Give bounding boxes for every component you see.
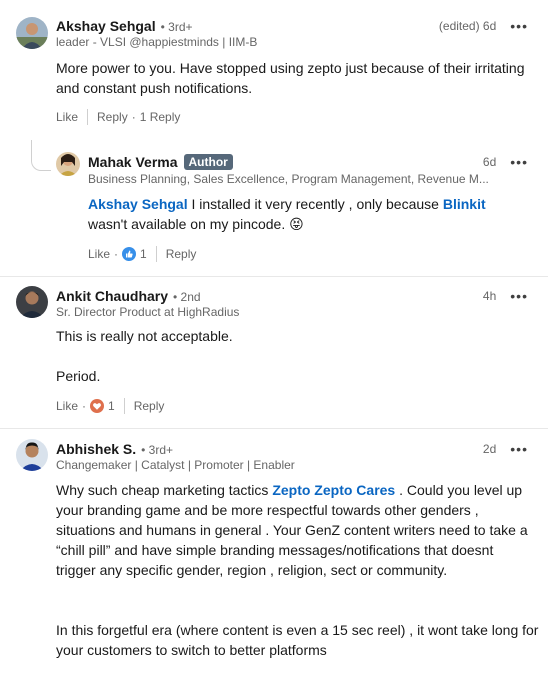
connection-degree: • 3rd+ <box>141 443 174 457</box>
comment-ankit: Ankit Chaudhary • 2nd Sr. Director Produ… <box>0 277 548 427</box>
divider <box>123 398 125 414</box>
commenter-name[interactable]: Mahak Verma <box>88 154 178 170</box>
divider <box>155 246 157 262</box>
avatar[interactable] <box>56 152 80 176</box>
like-button[interactable]: Like <box>56 110 78 124</box>
commenter-headline: Business Planning, Sales Excellence, Pro… <box>88 172 489 186</box>
divider <box>87 109 89 125</box>
comment-akshay: Akshay Sehgal • 3rd+ leader - VLSI @happ… <box>0 0 548 140</box>
mention-zepto-cares[interactable]: Zepto Zepto Cares <box>272 482 395 498</box>
separator-dot: · <box>131 110 136 124</box>
comment-text: More power to you. Have stopped using ze… <box>56 60 525 96</box>
avatar[interactable] <box>16 286 48 318</box>
text-segment: wasn't available on my pincode. <box>88 216 290 232</box>
comment-text: Akshay Sehgal I installed it very recent… <box>88 194 528 234</box>
more-options-icon[interactable]: ••• <box>510 19 528 33</box>
commenter-name[interactable]: Akshay Sehgal <box>56 18 156 34</box>
like-button[interactable]: Like <box>56 399 78 413</box>
comment-timestamp: 4h <box>482 289 497 303</box>
mention-blinkit[interactable]: Blinkit <box>443 196 486 212</box>
commenter-headline: Changemaker | Catalyst | Promoter | Enab… <box>56 458 295 472</box>
avatar[interactable] <box>16 439 48 471</box>
separator-dot: · <box>82 399 87 413</box>
mention-akshay[interactable]: Akshay Sehgal <box>88 196 188 212</box>
author-badge: Author <box>183 154 233 170</box>
text-segment: I installed it very recently , only beca… <box>187 196 443 212</box>
reply-mahak: Mahak Verma Author Business Planning, Sa… <box>0 140 548 272</box>
commenter-name[interactable]: Abhishek S. <box>56 441 136 457</box>
connection-degree: • 3rd+ <box>160 20 193 34</box>
like-button[interactable]: Like <box>88 247 110 261</box>
avatar[interactable] <box>16 17 48 49</box>
like-reaction-icon[interactable] <box>122 247 137 261</box>
more-options-icon[interactable]: ••• <box>510 289 528 303</box>
emoji: 😝 <box>289 216 304 232</box>
comment-timestamp: 2d <box>482 442 497 456</box>
reply-button[interactable]: Reply <box>97 110 128 124</box>
commenter-headline: leader - VLSI @happiestminds | IIM-B <box>56 35 258 49</box>
separator-dot: · <box>114 247 119 261</box>
reply-button[interactable]: Reply <box>134 399 165 413</box>
replies-count-link[interactable]: 1 Reply <box>140 110 181 124</box>
comment-text: Period. <box>56 368 101 384</box>
comment-text: Why such cheap marketing tactics Zepto Z… <box>56 480 536 580</box>
commenter-headline: Sr. Director Product at HighRadius <box>56 305 240 319</box>
reply-button[interactable]: Reply <box>166 247 197 261</box>
love-reaction-icon[interactable] <box>90 399 105 413</box>
comment-text: This is really not acceptable. <box>56 328 233 344</box>
text-segment: Why such cheap marketing tactics <box>56 482 273 498</box>
reaction-count[interactable]: 1 <box>108 399 115 413</box>
more-options-icon[interactable]: ••• <box>510 442 528 456</box>
comment-text: In this forgetful era (where content is … <box>56 622 539 658</box>
comment-timestamp: (edited) 6d <box>438 19 497 33</box>
connection-degree: • 2nd <box>173 290 201 304</box>
reaction-count[interactable]: 1 <box>140 247 147 261</box>
comment-abhishek: Abhishek S. • 3rd+ Changemaker | Catalys… <box>0 429 548 675</box>
more-options-icon[interactable]: ••• <box>510 155 528 169</box>
commenter-name[interactable]: Ankit Chaudhary <box>56 288 168 304</box>
comment-timestamp: 6d <box>482 155 497 169</box>
